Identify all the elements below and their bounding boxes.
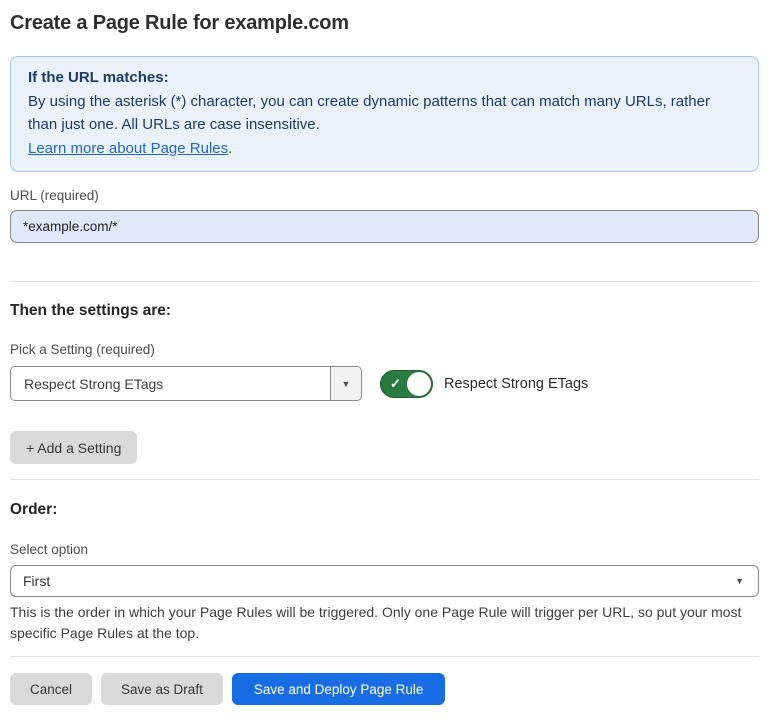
create-page-rule-form: Create a Page Rule for example.com If th… bbox=[0, 10, 769, 728]
setting-select-value: Respect Strong ETags bbox=[11, 367, 330, 400]
setting-toggle-label: Respect Strong ETags bbox=[444, 376, 588, 392]
chevron-down-icon: ▼ bbox=[342, 379, 351, 389]
save-draft-button[interactable]: Save as Draft bbox=[101, 673, 223, 705]
section-divider bbox=[10, 281, 759, 282]
pick-setting-label: Pick a Setting (required) bbox=[10, 341, 759, 358]
chevron-down-icon: ▼ bbox=[735, 576, 744, 586]
setting-select[interactable]: Respect Strong ETags ▼ bbox=[10, 366, 362, 401]
order-heading: Order: bbox=[10, 500, 759, 520]
order-help-text: This is the order in which your Page Rul… bbox=[10, 602, 755, 643]
learn-more-link[interactable]: Learn more about Page Rules bbox=[28, 140, 228, 157]
url-field-label: URL (required) bbox=[10, 187, 759, 204]
section-divider bbox=[10, 479, 759, 480]
setting-toggle[interactable]: ✓ bbox=[380, 370, 433, 398]
setting-select-arrow-button[interactable]: ▼ bbox=[330, 367, 361, 400]
order-select[interactable]: First ▼ bbox=[10, 565, 759, 597]
add-setting-button[interactable]: + Add a Setting bbox=[10, 431, 137, 464]
info-box-link-line: Learn more about Page Rules. bbox=[28, 137, 741, 161]
setting-row: Respect Strong ETags ▼ ✓ Respect Strong … bbox=[10, 366, 759, 401]
cancel-button[interactable]: Cancel bbox=[10, 673, 92, 705]
footer-divider bbox=[10, 656, 759, 657]
info-box-body: By using the asterisk (*) character, you… bbox=[28, 90, 741, 137]
info-box-heading: If the URL matches: bbox=[28, 66, 741, 90]
footer-actions: Cancel Save as Draft Save and Deploy Pag… bbox=[10, 673, 759, 705]
check-icon: ✓ bbox=[390, 377, 401, 390]
link-period: . bbox=[228, 140, 232, 157]
order-select-label: Select option bbox=[10, 541, 759, 558]
settings-heading: Then the settings are: bbox=[10, 301, 759, 321]
page-title: Create a Page Rule for example.com bbox=[10, 10, 759, 36]
url-match-info-box: If the URL matches: By using the asteris… bbox=[10, 56, 759, 172]
toggle-knob bbox=[407, 372, 431, 396]
order-select-value: First bbox=[23, 573, 50, 589]
url-input[interactable] bbox=[10, 210, 759, 243]
save-deploy-button[interactable]: Save and Deploy Page Rule bbox=[232, 673, 446, 705]
